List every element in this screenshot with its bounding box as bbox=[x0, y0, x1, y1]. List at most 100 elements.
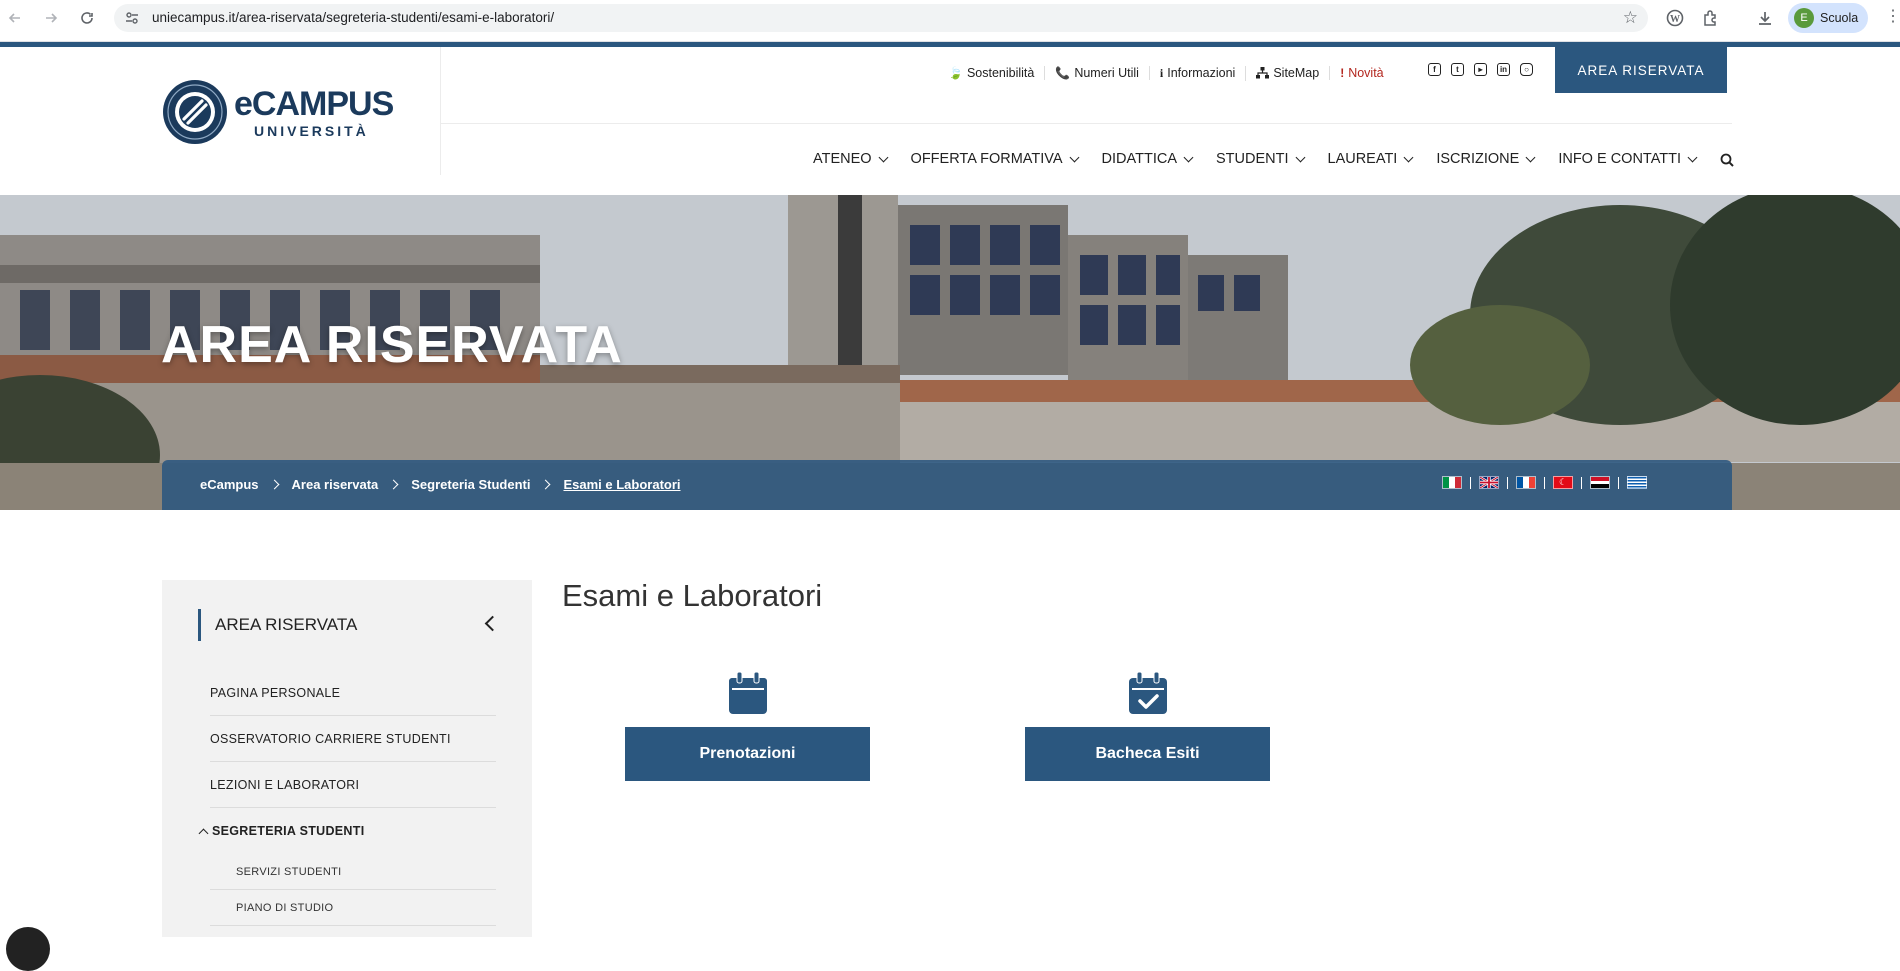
flag-separator bbox=[1544, 476, 1545, 489]
bacheca-esiti-button[interactable]: Bacheca Esiti bbox=[1025, 727, 1270, 781]
facebook-icon[interactable]: f bbox=[1428, 63, 1441, 76]
hero-banner: AREA RISERVATA eCampus Area riservata Se… bbox=[0, 195, 1900, 510]
bookmark-star-icon[interactable]: ☆ bbox=[1623, 8, 1638, 28]
nav-item-iscrizione[interactable]: ISCRIZIONE bbox=[1436, 151, 1536, 167]
header-divider-horizontal bbox=[440, 123, 1732, 124]
leaf-icon: 🍃 bbox=[948, 66, 963, 80]
twitter-icon[interactable]: t bbox=[1451, 63, 1464, 76]
info-icon: i bbox=[1159, 65, 1164, 80]
search-icon[interactable] bbox=[1720, 153, 1734, 167]
chevron-down-icon bbox=[1403, 152, 1414, 162]
sidebar-subitem-label: PIANO DI STUDIO bbox=[236, 901, 334, 914]
egyptian-flag-icon[interactable] bbox=[1590, 476, 1610, 489]
browser-toolbar: uniecampus.it/area-riservata/segreteria-… bbox=[0, 0, 1900, 42]
flag-separator bbox=[1507, 476, 1508, 489]
profile-name: Scuola bbox=[1820, 11, 1859, 25]
ecampus-logo[interactable]: eCAMPUS UNIVERSITÀ bbox=[162, 79, 402, 149]
chevron-down-icon bbox=[1295, 152, 1305, 162]
sidebar-subitem-piano-di-studio[interactable]: PIANO DI STUDIO bbox=[210, 890, 496, 926]
chevron-down-icon bbox=[1687, 152, 1698, 162]
reload-icon[interactable] bbox=[76, 7, 98, 29]
calendar-check-icon bbox=[1129, 672, 1167, 714]
utility-link-label: SiteMap bbox=[1273, 66, 1320, 80]
instagram-icon[interactable]: ○ bbox=[1520, 63, 1533, 76]
svg-text:W: W bbox=[1670, 14, 1680, 25]
sidebar-subitem-servizi-studenti[interactable]: SERVIZI STUDENTI bbox=[210, 854, 496, 890]
utility-link-sostenibilita[interactable]: 🍃 Sostenibilità bbox=[938, 66, 1046, 80]
header-divider-vertical bbox=[440, 47, 441, 175]
sidebar-item-pagina-personale[interactable]: PAGINA PERSONALE bbox=[210, 670, 496, 716]
breadcrumb-link-segreteria-studenti[interactable]: Segreteria Studenti bbox=[411, 477, 530, 492]
forward-icon[interactable] bbox=[40, 7, 62, 29]
sidebar: AREA RISERVATA PAGINA PERSONALE OSSERVAT… bbox=[162, 580, 532, 937]
logo-emblem-icon bbox=[163, 80, 227, 144]
exclamation-icon: ! bbox=[1340, 66, 1345, 80]
utility-links: 🍃 Sostenibilità 📞 Numeri Utili i Informa… bbox=[938, 63, 1394, 83]
download-icon[interactable] bbox=[1754, 7, 1776, 29]
area-riservata-button[interactable]: AREA RISERVATA bbox=[1555, 47, 1727, 93]
utility-link-novita[interactable]: ! Novità bbox=[1330, 66, 1393, 80]
breadcrumb: eCampus Area riservata Segreteria Studen… bbox=[162, 460, 1732, 510]
nav-item-offerta-formativa[interactable]: OFFERTA FORMATIVA bbox=[910, 151, 1079, 167]
sidebar-item-label: SEGRETERIA STUDENTI bbox=[212, 824, 365, 838]
sidebar-item-segreteria-studenti[interactable]: SEGRETERIA STUDENTI bbox=[198, 808, 496, 854]
utility-link-label: Numeri Utili bbox=[1074, 66, 1139, 80]
french-flag-icon[interactable] bbox=[1516, 476, 1536, 489]
sidebar-item-label: PAGINA PERSONALE bbox=[210, 685, 341, 700]
nav-label: ISCRIZIONE bbox=[1436, 151, 1520, 167]
nav-item-ateneo[interactable]: ATENEO bbox=[813, 151, 888, 167]
url-text: uniecampus.it/area-riservata/segreteria-… bbox=[152, 10, 555, 25]
utility-link-informazioni[interactable]: i Informazioni bbox=[1150, 65, 1247, 81]
utility-link-numeri-utili[interactable]: 📞 Numeri Utili bbox=[1045, 66, 1150, 80]
nav-label: STUDENTI bbox=[1216, 151, 1289, 167]
nav-item-laureati[interactable]: LAUREATI bbox=[1328, 151, 1414, 167]
chevron-right-icon bbox=[541, 479, 551, 490]
profile-chip[interactable]: E Scuola bbox=[1788, 3, 1868, 33]
youtube-icon[interactable]: ▸ bbox=[1474, 63, 1487, 76]
chat-widget-button[interactable] bbox=[6, 927, 50, 971]
sidebar-item-osservatorio[interactable]: OSSERVATORIO CARRIERE STUDENTI bbox=[210, 716, 496, 762]
back-icon[interactable] bbox=[4, 7, 26, 29]
prenotazioni-button[interactable]: Prenotazioni bbox=[625, 727, 870, 781]
site-header: eCAMPUS UNIVERSITÀ 🍃 Sostenibilità 📞 Num… bbox=[0, 47, 1900, 195]
extensions-puzzle-icon[interactable] bbox=[1700, 7, 1722, 29]
utility-link-label: Sostenibilità bbox=[966, 66, 1035, 80]
utility-link-sitemap[interactable]: SiteMap bbox=[1246, 66, 1331, 80]
nav-label: INFO E CONTATTI bbox=[1558, 151, 1682, 167]
site-info-icon[interactable] bbox=[124, 10, 140, 26]
nav-item-studenti[interactable]: STUDENTI bbox=[1216, 151, 1305, 167]
logo-subtitle: UNIVERSITÀ bbox=[254, 123, 369, 139]
sidebar-title: AREA RISERVATA bbox=[198, 609, 498, 641]
chevron-down-icon bbox=[1069, 152, 1079, 162]
chevron-down-icon bbox=[878, 152, 888, 162]
sidebar-subitem-label: SERVIZI STUDENTI bbox=[236, 865, 342, 878]
browser-menu-icon[interactable]: ⋮ bbox=[1885, 9, 1900, 25]
nav-label: DIDATTICA bbox=[1101, 151, 1177, 167]
linkedin-icon[interactable]: in bbox=[1497, 63, 1510, 76]
utility-link-label: Novità bbox=[1348, 66, 1384, 80]
nav-label: OFFERTA FORMATIVA bbox=[910, 151, 1063, 167]
profile-avatar: E bbox=[1794, 8, 1814, 28]
breadcrumb-current[interactable]: Esami e Laboratori bbox=[563, 477, 680, 492]
language-selector: ☾ bbox=[1442, 476, 1647, 489]
italian-flag-icon[interactable] bbox=[1442, 476, 1462, 489]
address-bar[interactable]: uniecampus.it/area-riservata/segreteria-… bbox=[114, 4, 1648, 32]
chevron-right-icon bbox=[269, 479, 279, 490]
sidebar-item-label: OSSERVATORIO CARRIERE STUDENTI bbox=[210, 731, 451, 746]
nav-item-info-e-contatti[interactable]: INFO E CONTATTI bbox=[1558, 151, 1698, 167]
sidebar-item-lezioni[interactable]: LEZIONI E LABORATORI bbox=[210, 762, 496, 808]
nav-label: ATENEO bbox=[813, 151, 872, 167]
wordpress-extension-icon[interactable]: W bbox=[1664, 7, 1686, 29]
sidebar-item-label: LEZIONI E LABORATORI bbox=[210, 777, 360, 792]
breadcrumb-link-area-riservata[interactable]: Area riservata bbox=[292, 477, 379, 492]
turkish-flag-icon[interactable]: ☾ bbox=[1553, 476, 1573, 489]
nav-item-didattica[interactable]: DIDATTICA bbox=[1101, 151, 1194, 167]
breadcrumb-link-ecampus[interactable]: eCampus bbox=[200, 477, 259, 492]
uk-flag-icon[interactable] bbox=[1479, 476, 1499, 489]
main-navigation: ATENEO OFFERTA FORMATIVA DIDATTICA STUDE… bbox=[813, 151, 1698, 167]
calendar-icon bbox=[729, 672, 767, 714]
flag-separator bbox=[1581, 476, 1582, 489]
sitemap-icon bbox=[1256, 67, 1270, 79]
social-links: f t ▸ in ○ bbox=[1428, 63, 1533, 76]
greek-flag-icon[interactable] bbox=[1627, 476, 1647, 489]
